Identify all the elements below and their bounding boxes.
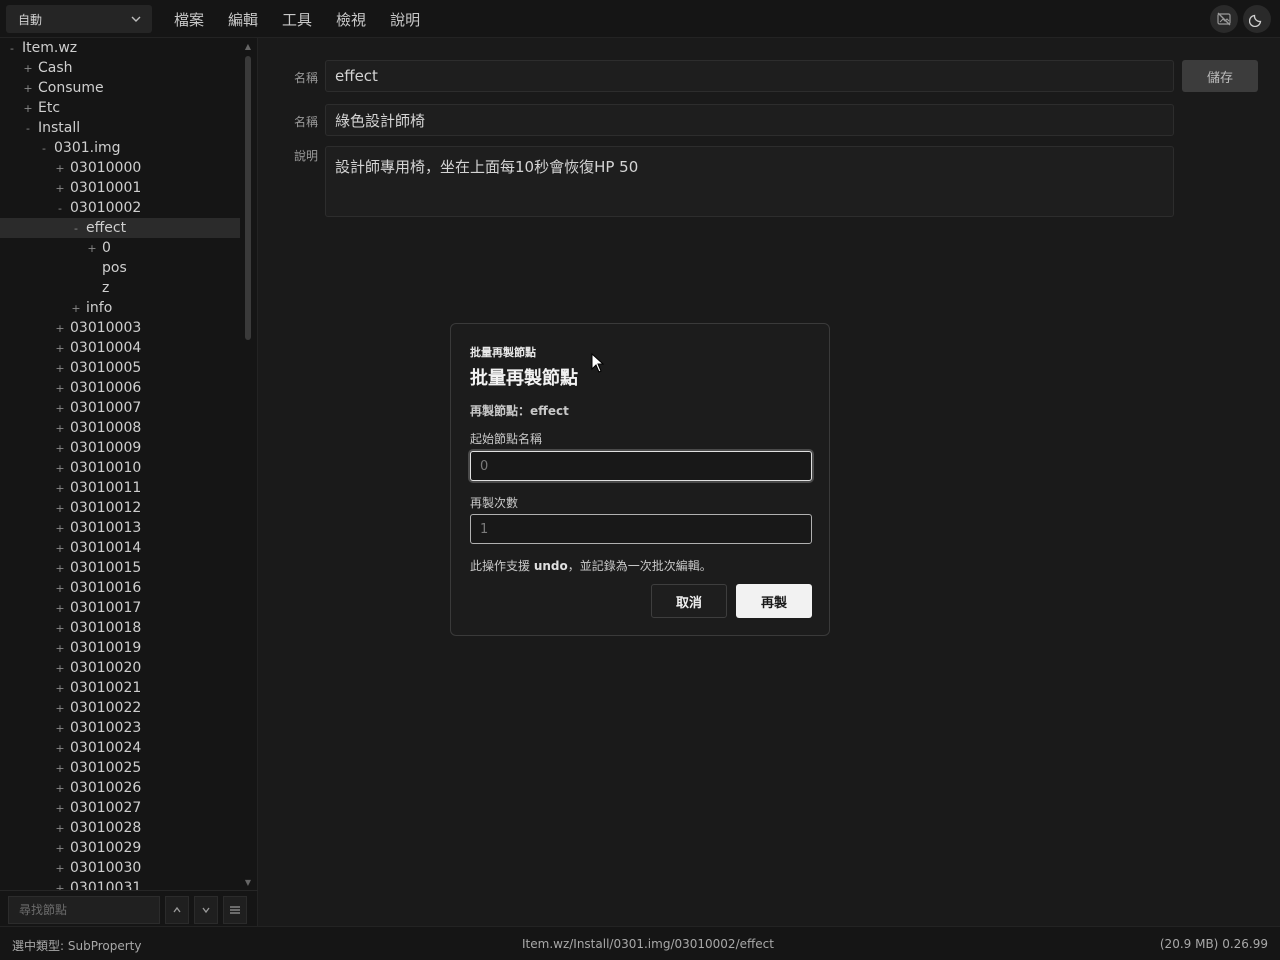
dialog-small-title: 批量再製節點 xyxy=(470,346,536,359)
dialog-target: 再製節點：effect xyxy=(470,402,569,419)
cancel-button[interactable]: 取消 xyxy=(651,584,727,618)
dialog-target-prefix: 再製節點： xyxy=(470,404,531,418)
clone-button[interactable]: 再製 xyxy=(736,584,812,618)
undo-note-suffix: ，並記錄為一次批次編輯。 xyxy=(567,559,712,573)
dialog-target-node: effect xyxy=(530,404,569,418)
clone-count-input[interactable] xyxy=(470,514,812,544)
undo-note: 此操作支援 undo，並記錄為一次批次編輯。 xyxy=(470,557,712,574)
start-name-label: 起始節點名稱 xyxy=(470,432,543,446)
mouse-cursor-icon xyxy=(591,353,605,373)
app-window: 自動 檔案 編輯 工具 檢視 說明 - Item.wz + Cash + Consume +… xyxy=(0,0,1280,960)
undo-note-prefix: 此操作支援 xyxy=(470,559,534,573)
dialog-title: 批量再製節點 xyxy=(470,368,578,389)
undo-note-keyword: undo xyxy=(533,559,568,573)
clone-count-label: 再製次數 xyxy=(470,496,519,510)
batch-clone-dialog: 批量再製節點 批量再製節點 再製節點：effect 起始節點名稱 再製次數 此操… xyxy=(450,323,830,636)
start-name-input[interactable] xyxy=(470,451,812,481)
modal-overlay: 批量再製節點 批量再製節點 再製節點：effect 起始節點名稱 再製次數 此操… xyxy=(0,0,1280,960)
